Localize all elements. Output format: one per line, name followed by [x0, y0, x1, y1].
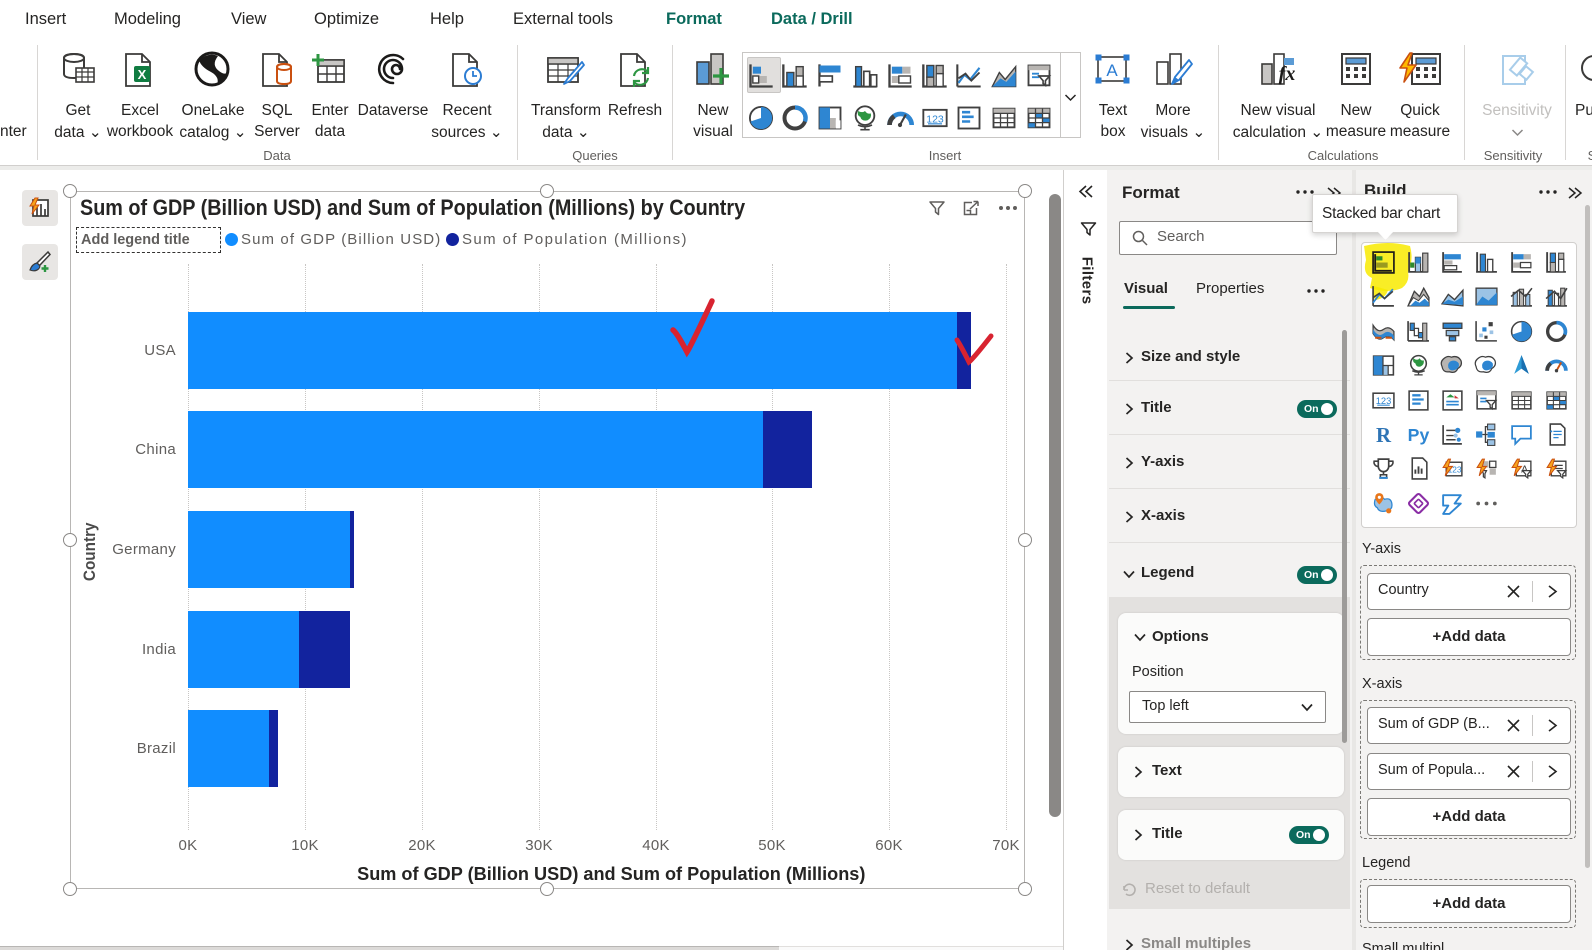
svg-text:A: A — [1106, 61, 1118, 80]
svg-text:Py: Py — [1408, 425, 1430, 445]
svg-text:fx: fx — [1279, 63, 1296, 85]
svg-text:R: R — [1376, 423, 1392, 447]
svg-text:X: X — [138, 67, 147, 82]
svg-text:123: 123 — [1376, 396, 1392, 406]
